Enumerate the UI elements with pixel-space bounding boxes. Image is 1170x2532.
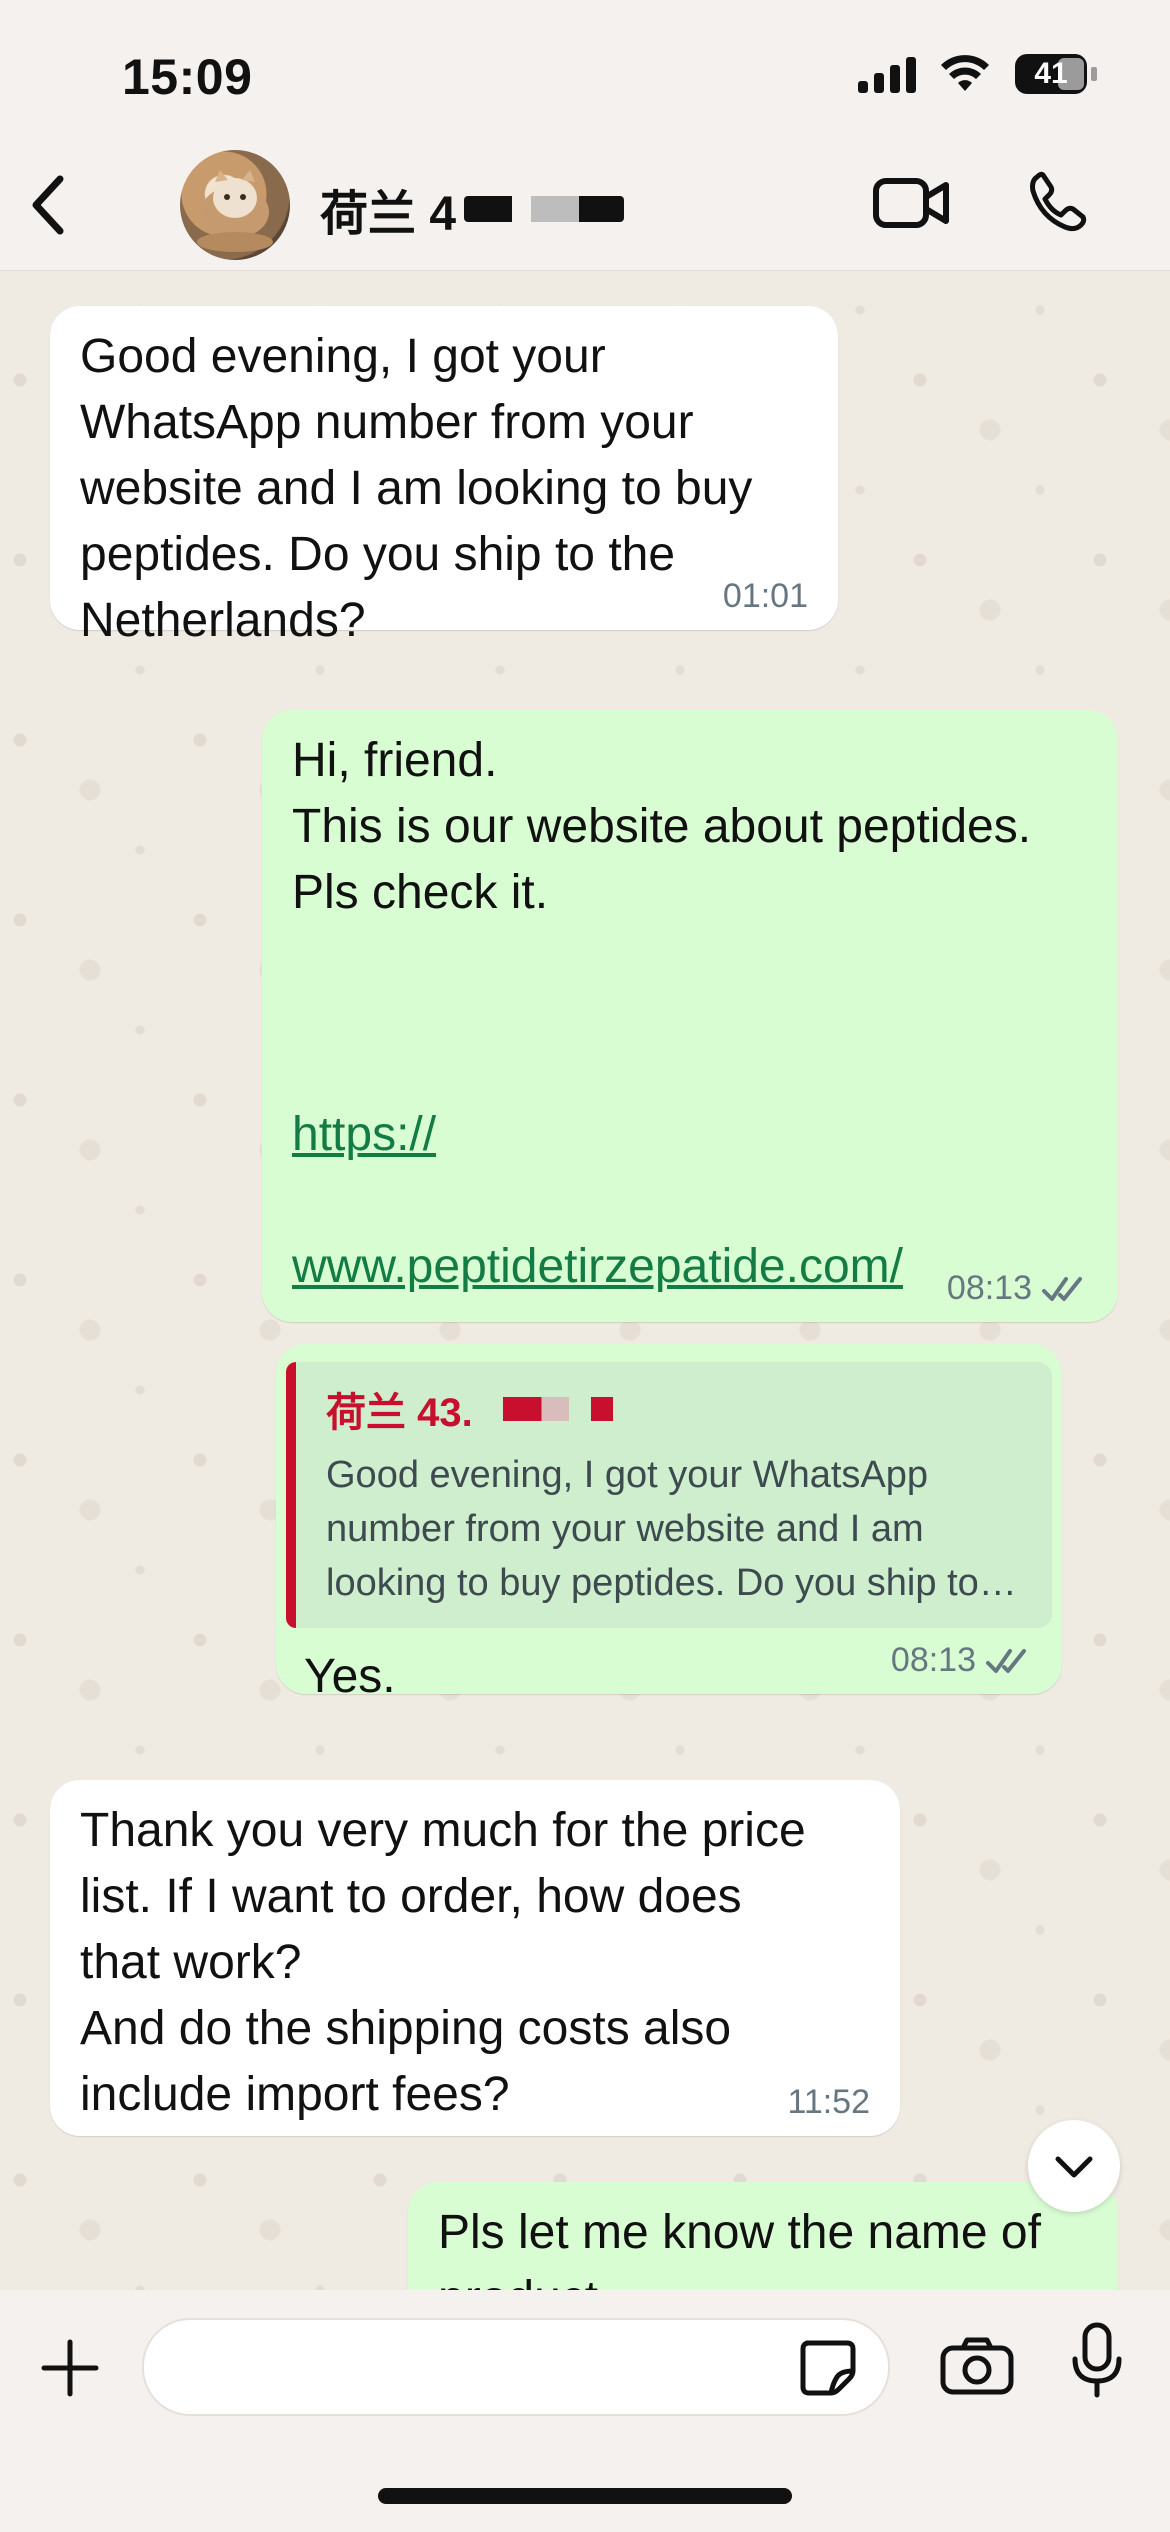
message-incoming[interactable]: Good evening, I got your WhatsApp number…: [50, 306, 838, 647]
attach-button[interactable]: [30, 2328, 110, 2408]
status-icons: 41: [858, 52, 1100, 96]
voice-call-button[interactable]: [1020, 164, 1094, 238]
status-time: 15:09: [122, 49, 253, 105]
wifi-icon: [940, 55, 990, 93]
redacted-contact-number: [464, 196, 625, 222]
message-outgoing-reply[interactable]: 荷兰 43. Good evening, I got your WhatsApp…: [276, 1344, 1062, 1703]
message-time: 01:01: [723, 577, 808, 616]
contact-name[interactable]: 荷兰 4: [320, 174, 625, 244]
battery-icon: 41: [1014, 52, 1100, 96]
message-outgoing[interactable]: Pls let me know the name of product: [408, 2182, 1118, 2300]
message-text: Hi, friend. This is our website about pe…: [292, 734, 1032, 919]
scroll-to-bottom-button[interactable]: [1028, 2120, 1120, 2212]
double-check-icon: [986, 1648, 1026, 1673]
cat-avatar-icon: [197, 170, 273, 252]
link-line[interactable]: https://: [292, 1108, 436, 1161]
message-time-text: 08:13: [890, 1641, 976, 1679]
message-time-text: 11:52: [787, 2083, 870, 2121]
back-button[interactable]: [18, 170, 78, 240]
camera-button[interactable]: [932, 2326, 1022, 2406]
message-text: Pls let me know the name of product: [438, 2206, 1041, 2300]
quote-accent-bar: [286, 1362, 296, 1628]
message-time: 08:13: [947, 1269, 1088, 1308]
sticker-button[interactable]: [792, 2332, 862, 2402]
chat-header: 荷兰 4: [0, 150, 1170, 260]
message-input-container[interactable]: [142, 2318, 890, 2416]
message-text: Thank you very much for the price list. …: [80, 1804, 806, 2121]
quote-text: Good evening, I got your WhatsApp number…: [326, 1454, 979, 1604]
redacted-quote-author: [502, 1397, 613, 1421]
home-indicator: [378, 2488, 792, 2504]
quoted-message[interactable]: 荷兰 43. Good evening, I got your WhatsApp…: [286, 1362, 1052, 1628]
message-time-text: 08:13: [946, 1269, 1032, 1307]
chat-area[interactable]: Good evening, I got your WhatsApp number…: [0, 270, 1170, 2300]
video-call-button[interactable]: [872, 168, 952, 238]
sticker-icon: [800, 2340, 856, 2396]
battery-level: 41: [1034, 57, 1068, 90]
plus-icon: [41, 2339, 99, 2397]
message-text: Good evening, I got your WhatsApp number…: [80, 330, 753, 647]
cellular-signal-icon: [858, 55, 916, 93]
contact-name-text: 荷兰 4: [320, 188, 457, 241]
chevron-down-icon: [1055, 2156, 1093, 2178]
avatar[interactable]: [180, 150, 290, 260]
message-incoming[interactable]: Thank you very much for the price list. …: [50, 1780, 900, 2136]
camera-icon: [940, 2337, 1014, 2395]
microphone-button[interactable]: [1062, 2316, 1132, 2406]
message-input[interactable]: [172, 2320, 816, 2412]
quote-author-text: 荷兰 43.: [326, 1391, 473, 1435]
quote-author: 荷兰 43.: [326, 1380, 1028, 1438]
top-bar: 15:09 41 荷兰 4: [0, 0, 1170, 270]
message-time-text: 01:01: [722, 577, 808, 615]
chevron-left-icon: [32, 175, 64, 235]
message-outgoing[interactable]: Hi, friend. This is our website about pe…: [262, 710, 1118, 1425]
message-time: 08:13: [891, 1641, 1032, 1680]
double-check-icon: [1042, 1276, 1082, 1301]
message-time: 11:52: [787, 2083, 870, 2122]
phone-icon: [1030, 171, 1087, 232]
video-camera-icon: [873, 178, 949, 228]
microphone-icon: [1072, 2322, 1122, 2398]
link-line[interactable]: www.peptidetirzepatide.com/: [292, 1240, 903, 1293]
